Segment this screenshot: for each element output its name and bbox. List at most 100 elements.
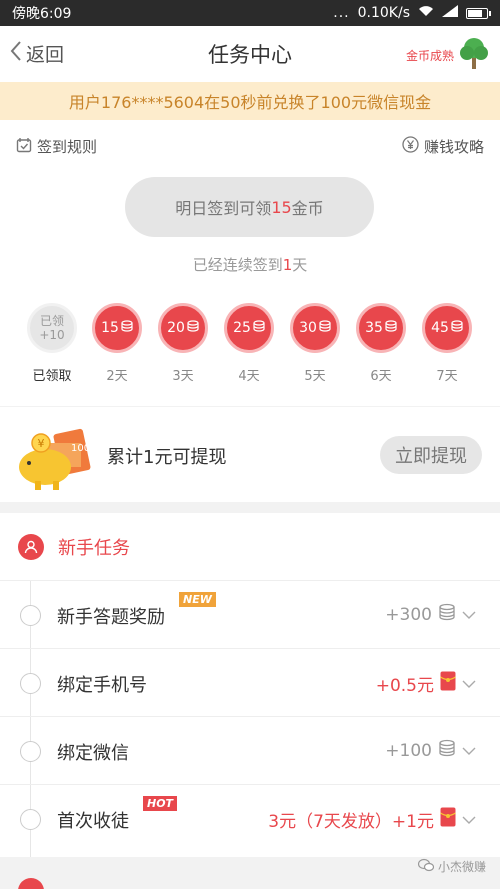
back-button[interactable]: 返回 (10, 40, 64, 67)
day-label: 2天 (106, 369, 128, 384)
wechat-icon (417, 858, 435, 875)
svg-text:¥: ¥ (38, 437, 45, 450)
task-reward: +300 (385, 603, 476, 626)
tasks-header: 新手任务 (0, 513, 500, 581)
claimed-line1: 已领 (39, 314, 64, 328)
streak-prefix: 已经连续签到 (192, 256, 283, 274)
tomorrow-signin-pill[interactable]: 明日签到可领 15 金币 (125, 177, 374, 237)
withdraw-button[interactable]: 立即提现 (380, 436, 482, 474)
coin-stack-icon (438, 739, 456, 762)
coin-circle: 35 (356, 303, 406, 353)
task-status-dot (20, 673, 41, 694)
pill-suffix: 金币 (291, 199, 324, 218)
chevron-down-icon (462, 810, 476, 830)
task-reward: 3元（7天发放）+1元 (268, 807, 476, 832)
task-row-bind-wechat[interactable]: 绑定微信 +100 (0, 717, 500, 785)
coin-stack-icon (187, 320, 199, 336)
task-name: 绑定手机号 (57, 675, 147, 696)
reward-value: +300 (385, 604, 432, 625)
task-name: 新手答题奖励 NEW (57, 592, 216, 629)
signin-day-3[interactable]: 20 3天 (156, 303, 210, 384)
task-name: 绑定微信 (57, 743, 129, 764)
chevron-down-icon (462, 605, 476, 625)
signin-day-6[interactable]: 35 6天 (354, 303, 408, 384)
signin-rules-link[interactable]: 签到规则 (16, 136, 97, 157)
claimed-line2: +10 (39, 328, 65, 342)
coin-value: 35 (365, 320, 383, 336)
earning-guide-label: 赚钱攻略 (423, 138, 484, 156)
page-title: 任务中心 (208, 43, 292, 67)
reward-value: +0.5元 (375, 676, 434, 696)
day-label: 3天 (172, 369, 194, 384)
coin-circle: 20 (158, 303, 208, 353)
new-badge: NEW (179, 592, 216, 607)
status-bar: 傍晚6:09 ... 0.10K/s (0, 0, 500, 26)
task-status-dot (20, 605, 41, 626)
signin-day-1[interactable]: 已领 +10 已领取 (25, 303, 79, 384)
coin-stack-icon (438, 603, 456, 626)
coin-tree-button[interactable]: 金币成熟 (406, 36, 490, 74)
piggy-bank-icon: ¥ 100 (15, 423, 95, 493)
watermark: 小杰微赚 (417, 858, 486, 875)
streak-days: 1 (282, 256, 293, 274)
coin-stack-icon (451, 320, 463, 336)
signin-day-4[interactable]: 25 4天 (222, 303, 276, 384)
network-speed: 0.10K/s (357, 5, 410, 21)
back-label: 返回 (26, 44, 65, 66)
watermark-text: 小杰微赚 (437, 860, 486, 874)
signin-rules-label: 签到规则 (37, 138, 98, 156)
withdraw-text: 累计1元可提现 (107, 447, 227, 468)
coin-circle: 30 (290, 303, 340, 353)
signin-days-row: 已领 +10 已领取 15 2天 20 3天 25 4天 30 5天 35 6天… (0, 303, 500, 393)
coin-value: 30 (299, 320, 317, 336)
day-label: 5天 (304, 369, 326, 384)
day-label: 6天 (370, 369, 392, 384)
chevron-left-icon (10, 40, 22, 67)
withdraw-section: ¥ 100 累计1元可提现 立即提现 (0, 407, 500, 502)
day-label: 已领取 (32, 369, 72, 384)
signin-section: 签到规则 赚钱攻略 明日签到可领 15 金币 已经连续签到1天 已领 +10 已领取… (0, 120, 500, 406)
red-envelope-icon (440, 671, 456, 696)
status-time: 傍晚6:09 (12, 6, 72, 22)
pill-prefix: 明日签到可领 (175, 199, 272, 218)
streak-suffix: 天 (292, 256, 308, 274)
coin-value: 45 (431, 320, 449, 336)
task-row-bind-phone[interactable]: 绑定手机号 +0.5元 (0, 649, 500, 717)
signal-icon (442, 5, 458, 21)
tree-icon (458, 36, 490, 74)
signin-day-2[interactable]: 15 2天 (90, 303, 144, 384)
coin-circle: 45 (422, 303, 472, 353)
coin-stack-icon (253, 320, 265, 336)
hot-badge: HOT (143, 796, 178, 811)
task-row-answer-reward[interactable]: 新手答题奖励 NEW +300 (0, 581, 500, 649)
status-indicators: ... 0.10K/s (333, 5, 491, 21)
signin-day-5[interactable]: 30 5天 (288, 303, 342, 384)
task-reward: +100 (385, 739, 476, 762)
day-label: 7天 (436, 369, 458, 384)
status-dots: ... (333, 5, 350, 21)
day-label: 4天 (238, 369, 260, 384)
coin-tree-label: 金币成熟 (405, 48, 454, 63)
redeem-banner: 用户176****5604在50秒前兑换了100元微信现金 (0, 82, 500, 120)
chevron-down-icon (462, 674, 476, 694)
task-status-dot (20, 741, 41, 762)
pill-amount: 15 (271, 197, 292, 217)
task-reward: +0.5元 (376, 671, 476, 696)
piggy-note-text: 100 (71, 443, 90, 454)
banner-text: 用户176****5604在50秒前兑换了100元微信现金 (68, 93, 432, 112)
task-status-dot (20, 809, 41, 830)
calendar-check-icon (16, 137, 32, 157)
tasks-title: 新手任务 (58, 537, 130, 559)
earning-guide-link[interactable]: 赚钱攻略 (402, 136, 484, 157)
reward-value: +100 (385, 740, 432, 761)
signin-day-7[interactable]: 45 7天 (420, 303, 474, 384)
red-envelope-icon (440, 807, 456, 832)
coin-circle: 15 (92, 303, 142, 353)
claimed-coin: 已领 +10 (27, 303, 77, 353)
nav-bar: 返回 任务中心 金币成熟 (0, 26, 500, 82)
coin-circle: 25 (224, 303, 274, 353)
coin-value: 15 (101, 320, 119, 336)
task-row-first-apprentice[interactable]: 首次收徒 HOT 3元（7天发放）+1元 (0, 785, 500, 853)
coin-value: 25 (233, 320, 251, 336)
chevron-down-icon (462, 741, 476, 761)
